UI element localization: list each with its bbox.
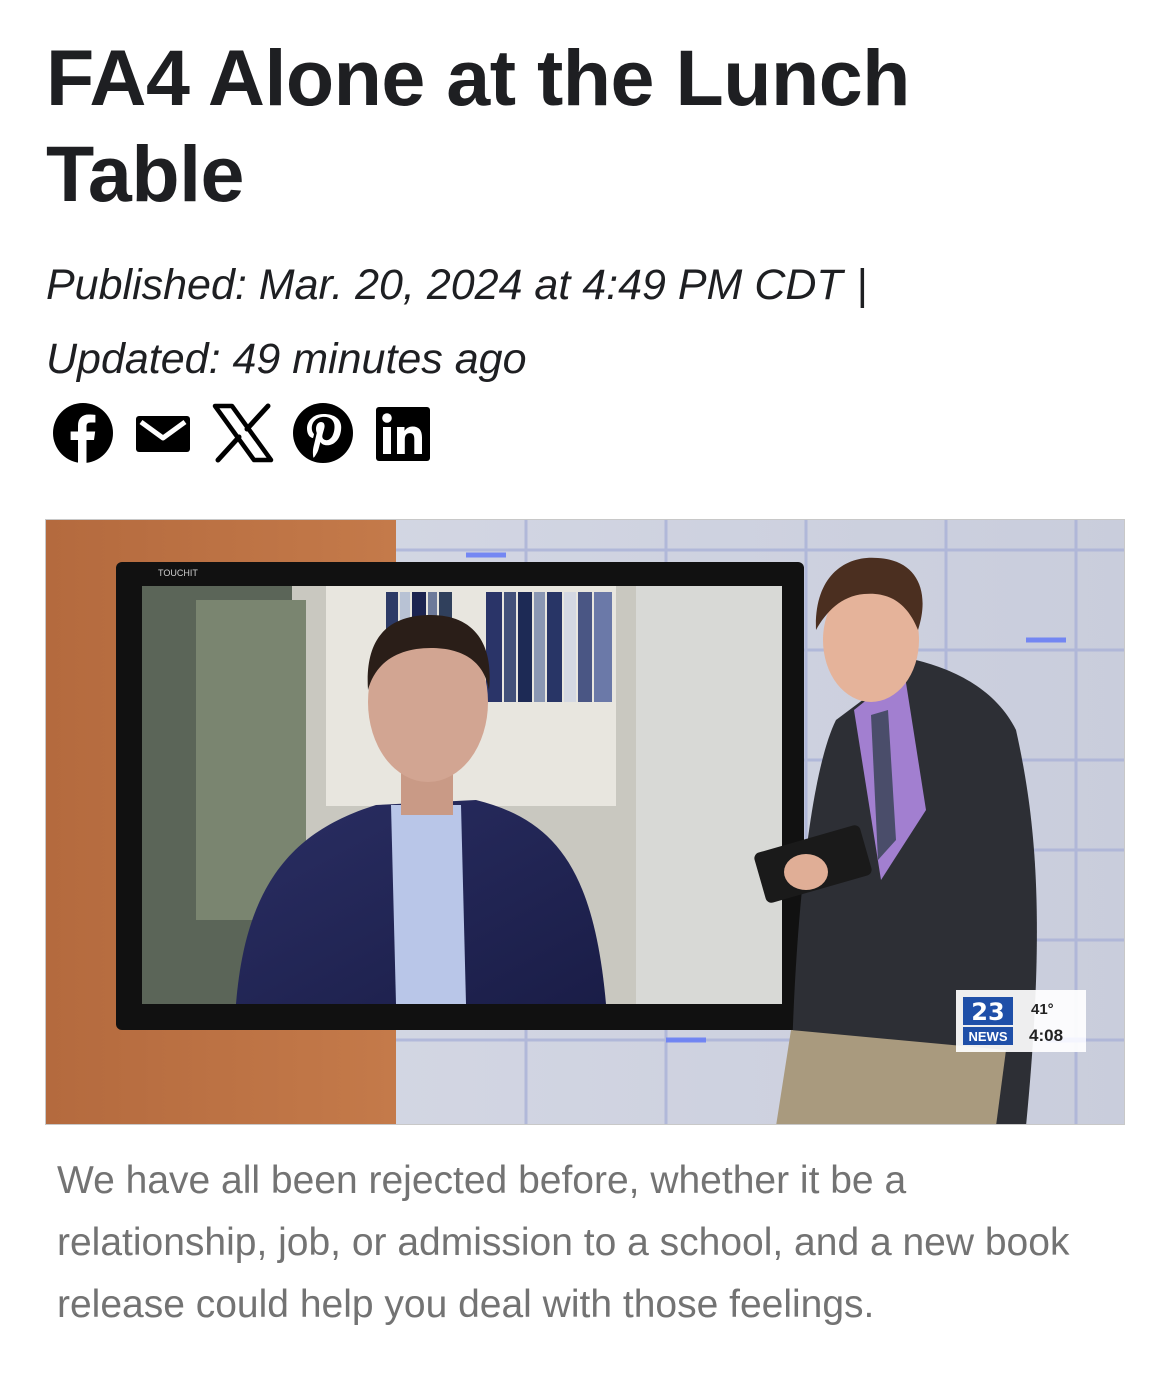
share-pinterest-button[interactable] xyxy=(292,402,354,464)
updated-timestamp: Updated: 49 minutes ago xyxy=(46,335,527,383)
share-x-button[interactable] xyxy=(212,402,274,464)
guest-shirt xyxy=(391,805,466,1004)
published-timestamp: Published: Mar. 20, 2024 at 4:49 PM CDT xyxy=(46,261,843,309)
image-caption: We have all been rejected before, whethe… xyxy=(57,1159,1070,1326)
anchor-hand xyxy=(784,854,828,890)
share-linkedin-button[interactable] xyxy=(372,402,434,464)
share-email-button[interactable] xyxy=(132,402,194,464)
email-icon xyxy=(136,416,190,452)
article-headline: FA4 Alone at the Lunch Table xyxy=(46,33,910,218)
bug-temperature: 41° xyxy=(1031,1001,1054,1018)
x-icon xyxy=(212,403,274,463)
linkedin-icon xyxy=(376,407,430,461)
facebook-icon xyxy=(53,403,113,463)
monitor-brand: TOUCHIT xyxy=(158,568,198,578)
guest-door xyxy=(636,586,782,1004)
station-bug: 23 NEWS 41° 4:08 xyxy=(956,990,1086,1052)
pinterest-icon xyxy=(293,403,353,463)
meta-separator: | xyxy=(856,261,868,309)
share-facebook-button[interactable] xyxy=(52,402,114,464)
article-video-still[interactable]: TOUCHIT 23 NEWS 41° 4:08 xyxy=(45,519,1125,1125)
share-bar xyxy=(52,402,434,464)
bug-channel-number: 23 xyxy=(971,998,1004,1026)
article-meta: Published: Mar. 20, 2024 at 4:49 PM CDT |… xyxy=(46,248,1126,396)
bug-network: NEWS xyxy=(969,1029,1008,1044)
broadcast-scene: TOUCHIT 23 NEWS 41° 4:08 xyxy=(46,520,1124,1124)
bug-time: 4:08 xyxy=(1029,1026,1063,1045)
